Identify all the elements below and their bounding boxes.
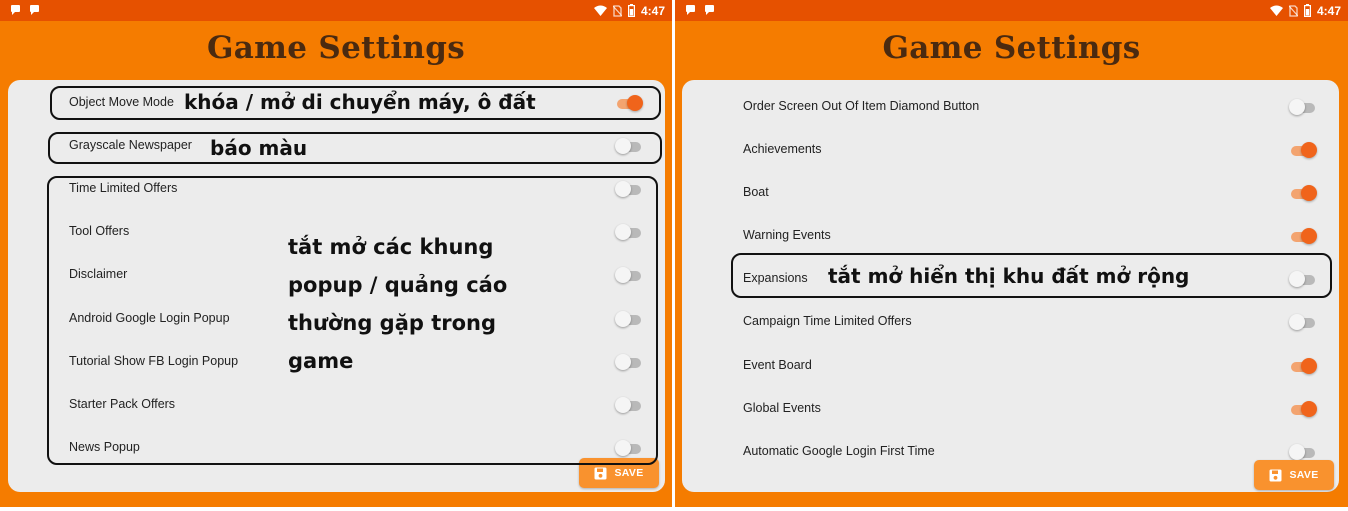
no-sim-icon — [1288, 4, 1298, 17]
setting-row-grayscale-newspaper: Grayscale Newspaper — [8, 131, 665, 161]
expansions-toggle[interactable] — [1289, 271, 1317, 288]
annotation-line: game — [288, 349, 354, 373]
setting-label: Boat — [743, 185, 769, 199]
status-bar: 4:47 — [0, 0, 672, 21]
battery-icon — [627, 4, 635, 17]
save-disk-icon — [1269, 469, 1282, 481]
time-limited-offers-toggle[interactable] — [615, 181, 643, 198]
save-button[interactable]: SAVE — [1254, 460, 1334, 490]
setting-row-event-board: Event Board — [682, 351, 1339, 381]
tool-offers-toggle[interactable] — [615, 224, 643, 241]
battery-icon — [1303, 4, 1311, 17]
achievements-toggle[interactable] — [1289, 142, 1317, 159]
annotation-line: thường gặp trong — [288, 311, 497, 335]
setting-row-automatic-google-login: Automatic Google Login First Time — [682, 437, 1339, 467]
setting-row-warning-events: Warning Events — [682, 221, 1339, 251]
warning-events-toggle[interactable] — [1289, 228, 1317, 245]
setting-label: Object Move Mode — [69, 95, 174, 109]
setting-row-news-popup: News Popup — [8, 433, 665, 463]
setting-label: Event Board — [743, 358, 812, 372]
no-sim-icon — [612, 4, 622, 17]
setting-row-time-limited-offers: Time Limited Offers — [8, 174, 665, 204]
status-time: 4:47 — [640, 3, 665, 18]
annotation-expansions: tắt mở hiển thị khu đất mở rộng — [828, 264, 1190, 288]
android-google-login-popup-toggle[interactable] — [615, 311, 643, 328]
annotation-move-mode: khóa / mở di chuyển máy, ô đất — [184, 90, 536, 114]
event-board-toggle[interactable] — [1289, 358, 1317, 375]
setting-label: Order Screen Out Of Item Diamond Button — [743, 99, 980, 113]
setting-label: Android Google Login Popup — [69, 311, 230, 325]
annotation-line: popup / quảng cáo — [288, 273, 508, 297]
status-bar: 4:47 — [675, 0, 1348, 21]
wifi-icon — [593, 5, 607, 16]
news-popup-toggle[interactable] — [615, 440, 643, 457]
notification-icon — [686, 5, 695, 15]
disclaimer-toggle[interactable] — [615, 267, 643, 284]
automatic-google-login-toggle[interactable] — [1289, 444, 1317, 461]
page-title: Game Settings — [882, 30, 1141, 66]
left-screen: 4:47 Game Settings Object Move Mode Gray… — [0, 0, 672, 507]
annotation-popups: tắt mở các khung popup / quảng cáo thườn… — [288, 228, 538, 380]
save-disk-icon — [594, 467, 607, 479]
setting-label: Tutorial Show FB Login Popup — [69, 354, 239, 368]
setting-label: Time Limited Offers — [69, 181, 178, 195]
setting-label: Disclaimer — [69, 267, 128, 281]
setting-row-achievements: Achievements — [682, 135, 1339, 165]
wifi-icon — [1269, 5, 1283, 16]
setting-label: Starter Pack Offers — [69, 397, 176, 411]
save-button[interactable]: SAVE — [579, 458, 659, 488]
setting-label: Warning Events — [743, 228, 831, 242]
status-time: 4:47 — [1316, 3, 1341, 18]
page-title: Game Settings — [207, 30, 465, 66]
starter-pack-offers-toggle[interactable] — [615, 397, 643, 414]
save-label: SAVE — [614, 467, 644, 479]
annotation-newspaper: báo màu — [210, 136, 308, 160]
setting-row-global-events: Global Events — [682, 394, 1339, 424]
boat-toggle[interactable] — [1289, 185, 1317, 202]
notification-icon — [11, 5, 20, 15]
annotation-line: tắt mở các khung — [288, 235, 494, 259]
setting-row-starter-pack-offers: Starter Pack Offers — [8, 390, 665, 420]
tutorial-show-fb-login-popup-toggle[interactable] — [615, 354, 643, 371]
order-screen-diamond-button-toggle[interactable] — [1289, 99, 1317, 116]
global-events-toggle[interactable] — [1289, 401, 1317, 418]
save-label: SAVE — [1289, 469, 1319, 481]
setting-label: Grayscale Newspaper — [69, 138, 192, 152]
notification-icon — [705, 5, 714, 15]
setting-label: Automatic Google Login First Time — [743, 444, 935, 458]
grayscale-newspaper-toggle[interactable] — [615, 138, 643, 155]
setting-label: Expansions — [743, 271, 808, 285]
right-screen: 4:47 Game Settings Order Screen Out Of I… — [675, 0, 1348, 507]
setting-label: Achievements — [743, 142, 822, 156]
setting-row-order-screen-diamond-button: Order Screen Out Of Item Diamond Button — [682, 92, 1339, 122]
setting-row-boat: Boat — [682, 178, 1339, 208]
object-move-mode-toggle[interactable] — [615, 95, 643, 112]
setting-label: News Popup — [69, 440, 140, 454]
setting-label: Global Events — [743, 401, 821, 415]
campaign-time-limited-offers-toggle[interactable] — [1289, 314, 1317, 331]
setting-label: Tool Offers — [69, 224, 130, 238]
setting-label: Campaign Time Limited Offers — [743, 314, 912, 328]
notification-icon — [30, 5, 39, 15]
setting-row-campaign-time-limited-offers: Campaign Time Limited Offers — [682, 307, 1339, 337]
